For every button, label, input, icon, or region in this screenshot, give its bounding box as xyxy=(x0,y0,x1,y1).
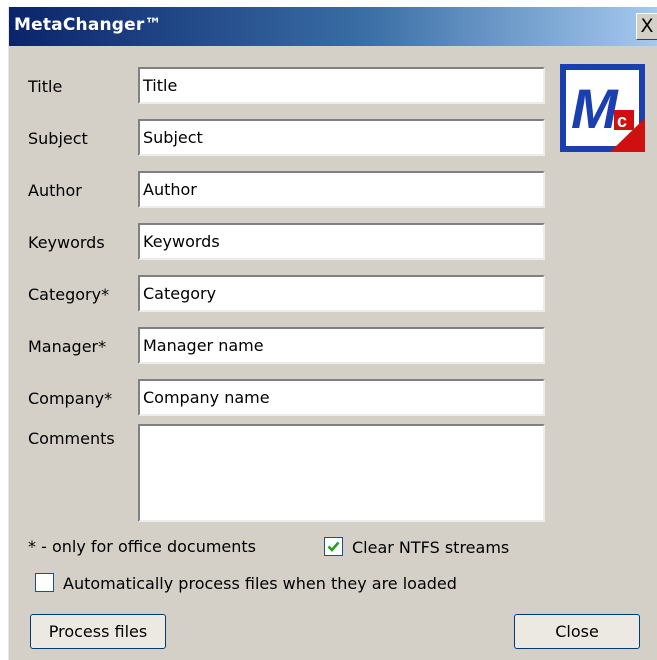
author-field[interactable]: Author xyxy=(138,171,545,208)
keywords-label: Keywords xyxy=(28,233,105,252)
auto-process-checkbox[interactable] xyxy=(35,573,54,592)
clear-ntfs-label: Clear NTFS streams xyxy=(352,538,510,557)
auto-process-label: Automatically process files when they ar… xyxy=(63,574,457,593)
clear-ntfs-checkbox[interactable] xyxy=(324,537,343,556)
category-label: Category* xyxy=(28,285,110,304)
keywords-field[interactable]: Keywords xyxy=(138,223,545,260)
office-documents-note: * - only for office documents xyxy=(28,537,257,556)
close-icon: X xyxy=(640,15,654,37)
comments-field[interactable] xyxy=(138,424,545,522)
window-title: MetaChanger™ xyxy=(14,15,162,35)
title-bar[interactable]: MetaChanger™ X xyxy=(9,7,657,46)
manager-label: Manager* xyxy=(28,337,107,356)
close-window-button[interactable]: X xyxy=(636,13,657,40)
logo-letter-m: M xyxy=(571,77,619,140)
title-field[interactable]: Title xyxy=(138,67,545,104)
author-label: Author xyxy=(28,181,82,200)
title-label: Title xyxy=(28,77,63,96)
subject-label: Subject xyxy=(28,129,88,148)
metachanger-logo-icon: M c xyxy=(560,64,645,152)
close-button[interactable]: Close xyxy=(514,614,640,649)
manager-field[interactable]: Manager name xyxy=(138,327,545,364)
company-label: Company* xyxy=(28,389,113,408)
logo-letter-c: c xyxy=(617,111,627,131)
comments-label: Comments xyxy=(28,429,115,448)
company-field[interactable]: Company name xyxy=(138,379,545,416)
checkmark-icon xyxy=(327,541,340,552)
category-field[interactable]: Category xyxy=(138,275,545,312)
subject-field[interactable]: Subject xyxy=(138,119,545,156)
metachanger-window: MetaChanger™ X Title Title Subject Subje… xyxy=(8,7,657,660)
process-files-button[interactable]: Process files xyxy=(30,614,166,649)
